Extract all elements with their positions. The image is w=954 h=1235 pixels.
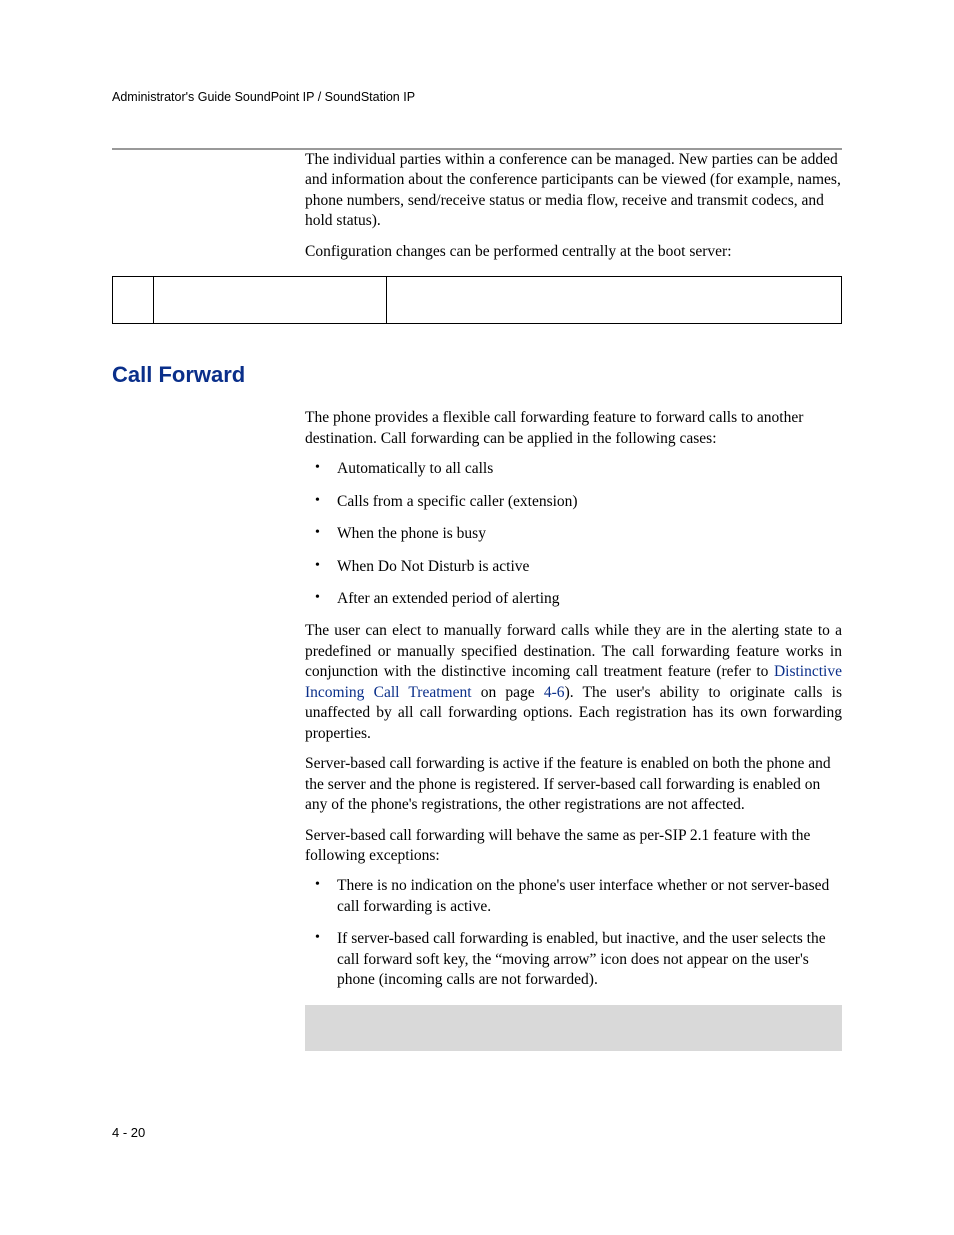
list-item: If server-based call forwarding is enabl… (305, 929, 842, 990)
list-item: Calls from a specific caller (extension) (305, 492, 842, 512)
bullets-list-1: Automatically to all calls Calls from a … (305, 459, 842, 609)
config-table (112, 276, 842, 324)
link-page-ref[interactable]: 4-6 (544, 684, 565, 701)
note-band (305, 1005, 842, 1051)
section-paragraph-3: Server-based call forwarding is active i… (305, 754, 842, 815)
intro-paragraph-2: Configuration changes can be performed c… (305, 242, 842, 262)
list-item: When Do Not Disturb is active (305, 557, 842, 577)
list-item: Automatically to all calls (305, 459, 842, 479)
section-paragraph-2: The user can elect to manually forward c… (305, 621, 842, 744)
section-body: The phone provides a flexible call forwa… (305, 408, 842, 1050)
section-paragraph-4: Server-based call forwarding will behave… (305, 826, 842, 867)
page-number: 4 - 20 (112, 1125, 145, 1140)
page: Administrator's Guide SoundPoint IP / So… (0, 0, 954, 1235)
table-cell-3 (387, 277, 841, 323)
list-item: There is no indication on the phone's us… (305, 876, 842, 917)
intro-block: The individual parties within a conferen… (305, 150, 842, 262)
p2-text-b: on page (472, 684, 544, 701)
running-header-text: Administrator's Guide SoundPoint IP / So… (112, 90, 842, 110)
bullets-list-2: There is no indication on the phone's us… (305, 876, 842, 990)
section-heading: Call Forward (112, 362, 842, 388)
list-item: After an extended period of alerting (305, 589, 842, 609)
section-paragraph-1: The phone provides a flexible call forwa… (305, 408, 842, 449)
running-header: Administrator's Guide SoundPoint IP / So… (112, 90, 842, 150)
intro-paragraph-1: The individual parties within a conferen… (305, 150, 842, 232)
p2-text-a: The user can elect to manually forward c… (305, 622, 842, 680)
list-item: When the phone is busy (305, 524, 842, 544)
table-cell-1 (113, 277, 154, 323)
table-cell-2 (154, 277, 387, 323)
